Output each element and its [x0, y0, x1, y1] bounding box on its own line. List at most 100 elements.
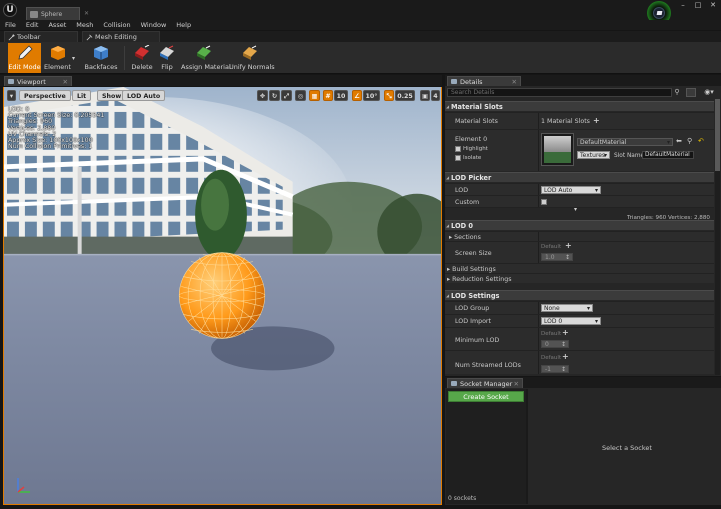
add-minimum-lod-button[interactable]: +: [562, 328, 569, 337]
tab-close-icon[interactable]: ✕: [63, 77, 68, 87]
menu-edit[interactable]: Edit: [21, 20, 44, 30]
socket-splitter[interactable]: [526, 389, 528, 504]
tab-mesh-editing[interactable]: Mesh Editing: [82, 31, 160, 42]
lod0-section-header[interactable]: LOD 0: [445, 220, 714, 231]
scale-snap-value[interactable]: 0.25: [395, 90, 415, 101]
menu-window[interactable]: Window: [136, 20, 172, 30]
document-tab-close-icon[interactable]: ✕: [84, 10, 89, 17]
document-tab[interactable]: Sphere: [26, 7, 80, 21]
backfaces-button[interactable]: Backfaces: [84, 43, 118, 73]
pencil-icon: [17, 45, 33, 60]
custom-checkbox[interactable]: [541, 199, 547, 205]
property-matrix-icon[interactable]: [686, 88, 696, 97]
view-options-eye-icon[interactable]: ◉▾: [700, 88, 718, 97]
minimize-button[interactable]: –: [677, 1, 689, 9]
lod-import-combo[interactable]: LOD 0: [541, 317, 601, 326]
assign-material-button[interactable]: Assign Material: [181, 43, 231, 73]
rotation-snap-icon[interactable]: ∠: [352, 90, 362, 101]
chevron-down-icon: ▾: [72, 55, 76, 62]
sections-row[interactable]: ▸ Sections: [445, 231, 714, 241]
grid-snap-value[interactable]: 10: [334, 90, 348, 101]
socket-list[interactable]: Create Socket 0 sockets: [446, 389, 526, 504]
use-selected-arrow-icon[interactable]: ⬅: [676, 137, 682, 145]
lod-label: LOD Auto: [127, 93, 161, 100]
lod-settings-section-header[interactable]: LOD Settings: [445, 290, 714, 301]
screen-size-input[interactable]: 1.0: [541, 253, 573, 262]
lod-picker-section-header[interactable]: LOD Picker: [445, 172, 714, 183]
highlight-checkbox[interactable]: [455, 146, 461, 152]
delete-button[interactable]: Delete: [129, 43, 155, 73]
slot-name-input[interactable]: DefaultMaterial: [642, 151, 694, 159]
advanced-expander[interactable]: ▾: [445, 206, 714, 213]
rotation-snap-value[interactable]: 10°: [363, 90, 380, 101]
element-dropdown-button[interactable]: ▾: [72, 43, 79, 73]
details-search-input[interactable]: Search Details: [447, 88, 672, 97]
viewport-options-button[interactable]: ▾: [7, 90, 16, 101]
reset-arrow-icon[interactable]: ↶: [698, 137, 704, 145]
tab-viewport[interactable]: Viewport ✕: [4, 76, 72, 86]
menu-collision[interactable]: Collision: [98, 20, 135, 30]
menu-bar: File Edit Asset Mesh Collision Window He…: [0, 20, 721, 30]
tab-toolbar[interactable]: Toolbar: [4, 31, 78, 42]
lod-combo-value: LOD Auto: [544, 187, 573, 194]
material-slots-row: Material Slots 1 Material Slots +: [445, 112, 714, 129]
add-screen-size-button[interactable]: +: [565, 241, 572, 250]
reduction-settings-row[interactable]: ▸ Reduction Settings: [445, 273, 714, 283]
lod-group-row: LOD Group None: [445, 301, 714, 314]
isolate-checkbox[interactable]: [455, 155, 461, 161]
close-button[interactable]: ✕: [707, 1, 719, 9]
element-button[interactable]: Element: [44, 43, 71, 73]
build-settings-row[interactable]: ▸ Build Settings: [445, 263, 714, 273]
chevron-down-icon: ▾: [9, 93, 14, 100]
world-icon[interactable]: ◎: [295, 90, 306, 101]
browse-search-icon[interactable]: ⚲: [687, 137, 692, 145]
maximize-button[interactable]: □: [692, 1, 704, 9]
material-slots-section-header[interactable]: Material Slots: [445, 101, 714, 112]
highlight-label: Highlight: [463, 146, 488, 152]
unify-normals-label: Unify Normals: [229, 63, 275, 71]
grid-snap-icon[interactable]: #: [323, 90, 333, 101]
edit-mode-button[interactable]: Edit Mode: [8, 43, 41, 73]
translate-icon[interactable]: ✥: [257, 90, 268, 101]
camera-speed-value[interactable]: 4: [431, 90, 440, 101]
tab-socket-manager[interactable]: Socket Manager ✕: [447, 378, 523, 388]
rotate-icon[interactable]: ↻: [269, 90, 280, 101]
details-scrollbar-thumb[interactable]: [715, 99, 720, 171]
unreal-logo-icon[interactable]: U: [3, 3, 17, 17]
search-icon[interactable]: ⚲: [672, 88, 682, 97]
add-num-streamed-lods-button[interactable]: +: [562, 352, 569, 361]
unify-normals-button[interactable]: Unify Normals: [229, 43, 275, 73]
textures-combo[interactable]: Textures: [577, 151, 610, 160]
lod-combo[interactable]: LOD Auto: [541, 186, 601, 195]
screen-size-row: Screen Size Default + 1.0: [445, 241, 714, 263]
scale-snap-icon[interactable]: ⤡: [384, 90, 394, 101]
scale-icon[interactable]: ⤢: [281, 90, 292, 101]
num-streamed-lods-input[interactable]: -1: [541, 365, 569, 374]
viewport[interactable]: ▾ Perspective Lit Show LOD Auto ✥ ↻ ⤢ ◎ …: [3, 87, 442, 505]
lod-button[interactable]: LOD Auto: [122, 90, 166, 101]
material-combo[interactable]: DefaultMaterial: [577, 138, 673, 147]
lit-button[interactable]: Lit: [72, 90, 92, 101]
menu-mesh[interactable]: Mesh: [71, 20, 98, 30]
perspective-button[interactable]: Perspective: [19, 90, 71, 101]
tab-details[interactable]: Details ✕: [447, 76, 521, 86]
material-slots-section-title: Material Slots: [451, 103, 503, 111]
sphere-mesh[interactable]: [178, 252, 266, 339]
create-socket-button[interactable]: Create Socket: [448, 391, 524, 402]
menu-help[interactable]: Help: [171, 20, 196, 30]
backfaces-cube-icon: [94, 46, 108, 60]
minimum-lod-label: Minimum LOD: [455, 337, 500, 344]
menu-asset[interactable]: Asset: [43, 20, 71, 30]
details-scrollbar[interactable]: [715, 99, 720, 375]
flip-button[interactable]: Flip: [157, 43, 177, 73]
menu-file[interactable]: File: [0, 20, 21, 30]
build-settings-label: Build Settings: [452, 266, 496, 273]
minimum-lod-input[interactable]: 0: [541, 340, 569, 349]
add-material-slot-button[interactable]: +: [593, 116, 600, 125]
lod0-section-title: LOD 0: [451, 222, 473, 230]
surface-snap-icon[interactable]: ▦: [309, 90, 320, 101]
material-thumbnail[interactable]: [541, 133, 574, 166]
camera-speed-icon[interactable]: ▣: [420, 90, 430, 101]
lod-group-combo[interactable]: None: [541, 304, 593, 313]
socket-manager-tab-row: Socket Manager ✕: [445, 377, 721, 388]
